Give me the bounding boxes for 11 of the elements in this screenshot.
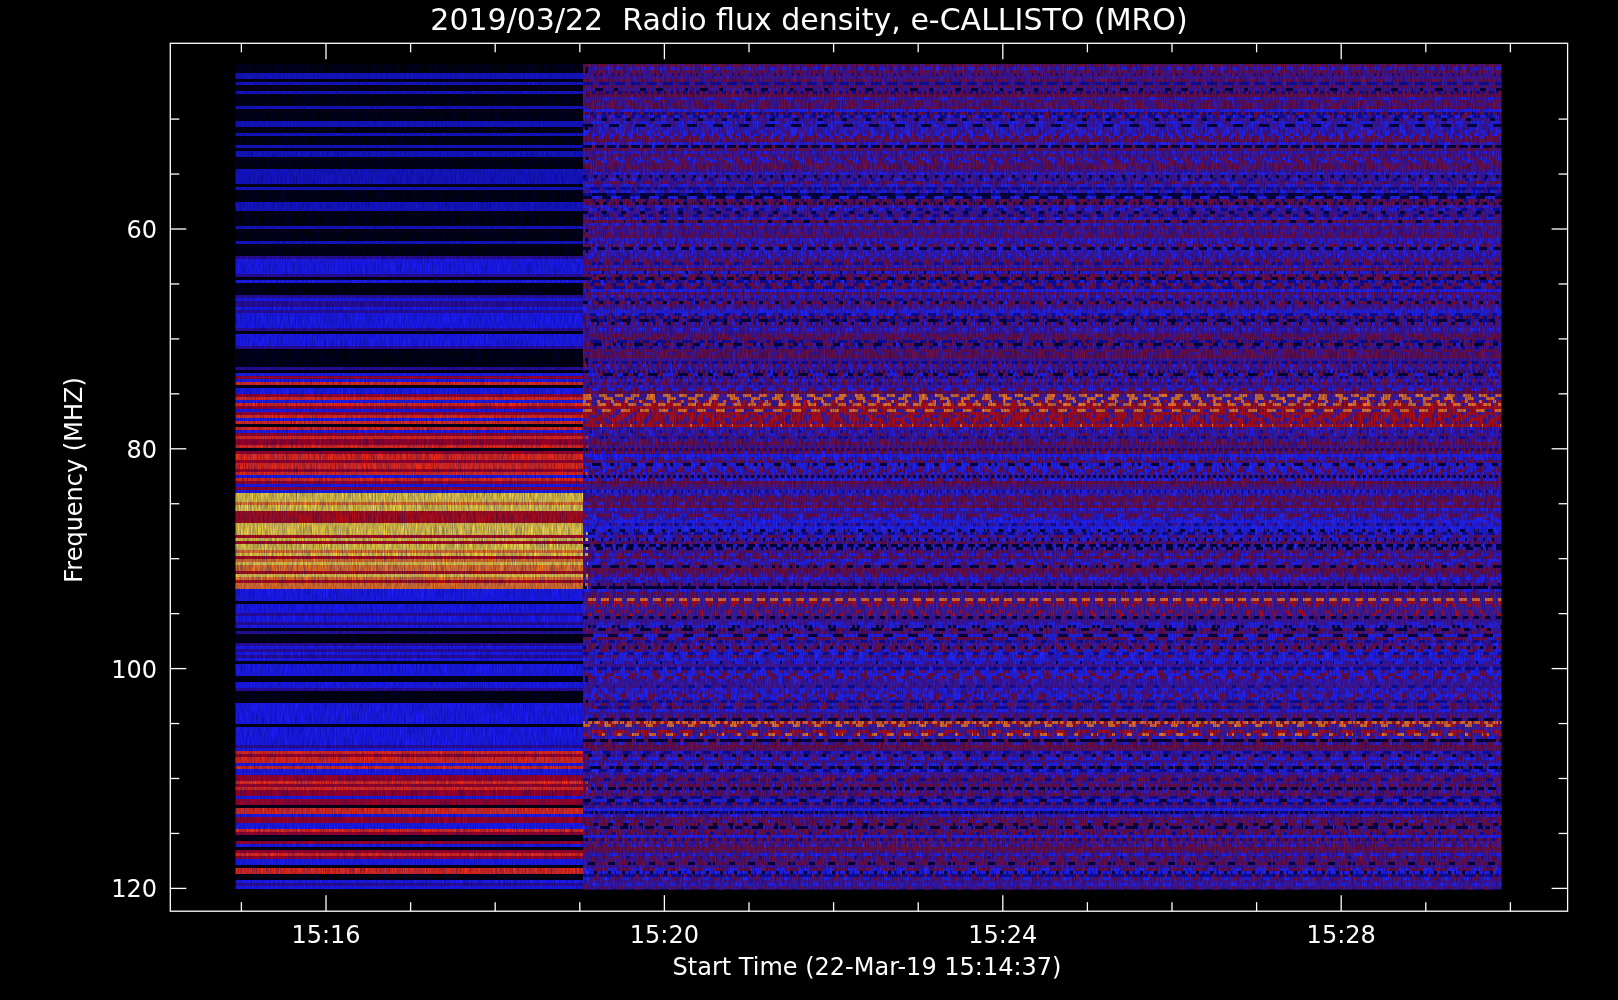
axis-tick-label: 120 bbox=[111, 875, 157, 904]
axis-tick-label: 15:20 bbox=[629, 921, 699, 949]
axis-tick-label: 15:16 bbox=[291, 921, 361, 949]
axis-tick-label: 15:24 bbox=[968, 921, 1038, 949]
axis-title: Start Time (22-Mar-19 15:14:37) bbox=[672, 953, 1062, 981]
axis-tick-label: 80 bbox=[126, 435, 157, 464]
axis-tick-label: 100 bbox=[111, 655, 157, 684]
axis-tick-label: 15:28 bbox=[1306, 921, 1376, 949]
axis-tick-label: 60 bbox=[126, 216, 157, 244]
chart-title: 2019/03/22 Radio flux density, e-CALLISTO (MRO) bbox=[430, 2, 1188, 37]
axis-title: Frequency (MHZ) bbox=[60, 377, 88, 583]
